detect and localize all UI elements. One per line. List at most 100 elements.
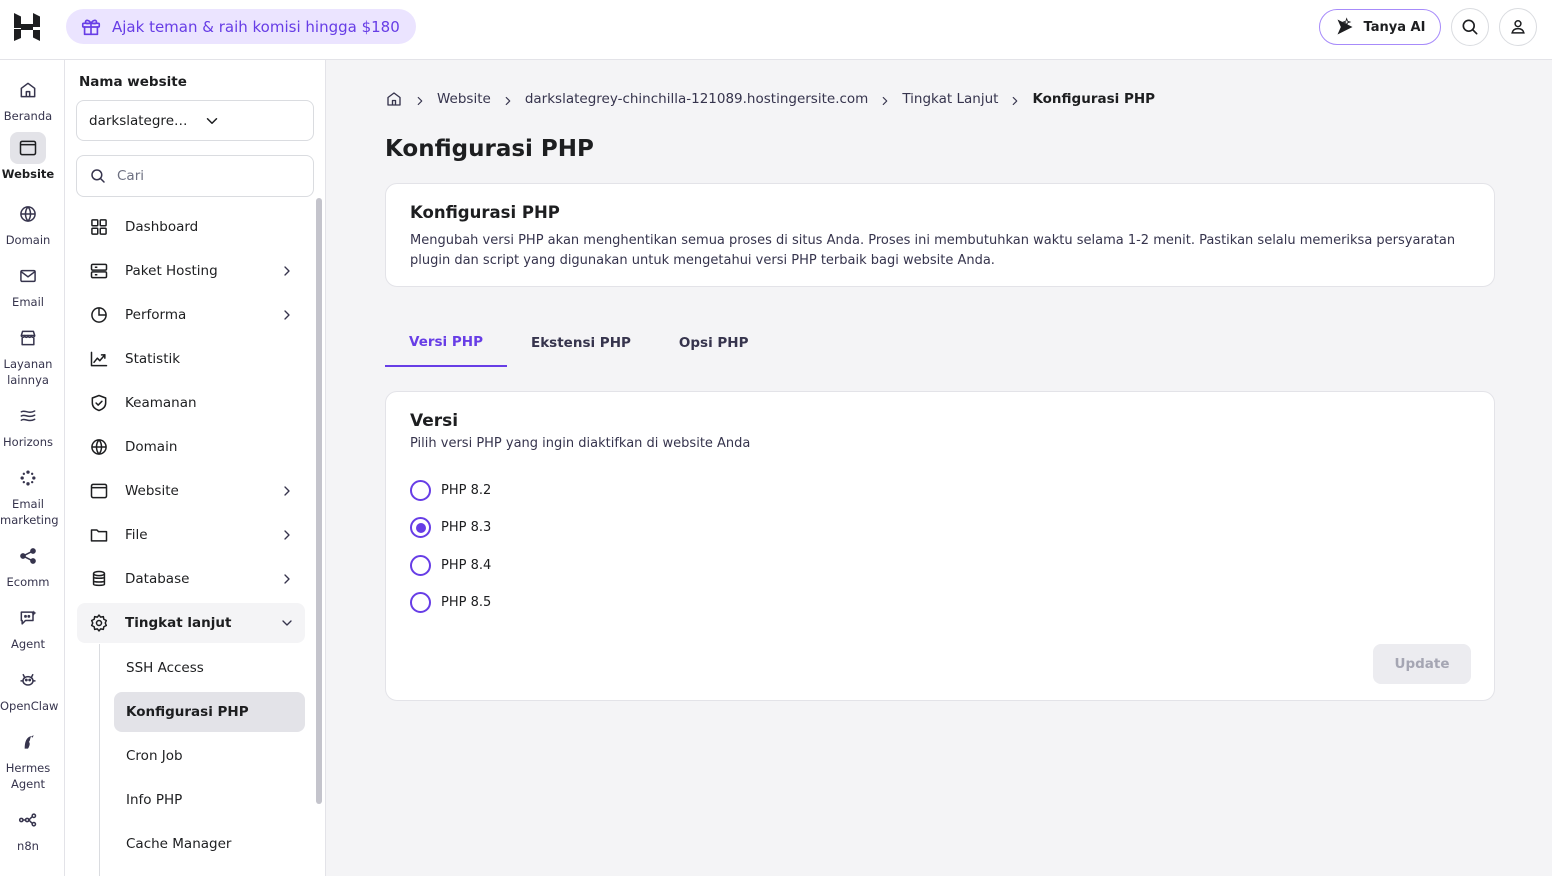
rail-item-hermes-agent[interactable]: Hermes Agent <box>0 726 56 792</box>
chevron-right-icon <box>878 92 892 106</box>
info-card-title: Konfigurasi PHP <box>410 203 560 222</box>
chevron-right-icon <box>413 92 427 106</box>
account-button[interactable] <box>1499 8 1537 46</box>
sidebar-item-keamanan[interactable]: Keamanan <box>77 383 305 423</box>
update-button[interactable]: Update <box>1373 644 1471 684</box>
search-button[interactable] <box>1451 8 1489 46</box>
globe-icon <box>10 198 46 230</box>
php-option-label: PHP 8.4 <box>441 558 492 573</box>
rail-label: Hermes Agent <box>5 761 51 791</box>
rail-item-email[interactable]: Email <box>0 260 56 310</box>
hostinger-logo-icon[interactable] <box>12 11 42 43</box>
sidebar-item-label: File <box>125 527 148 543</box>
search-icon <box>1460 17 1480 37</box>
php-version-card: Versi Pilih versi PHP yang ingin diaktif… <box>385 391 1495 701</box>
rail-item-domain[interactable]: Domain <box>0 198 56 248</box>
main-nav-rail: Beranda Website Domain Email Layanan lai… <box>0 60 65 876</box>
version-card-title: Versi <box>410 411 459 431</box>
sidebar-item-label: Statistik <box>125 351 181 367</box>
rail-label: Horizons <box>3 435 53 449</box>
sidebar-item-statistik[interactable]: Statistik <box>77 339 305 379</box>
sidebar-item-label: Keamanan <box>125 395 197 411</box>
rail-item-agent[interactable]: Agent <box>0 602 56 652</box>
sidebar-item-label: Website <box>125 483 179 499</box>
sidebar-item-tingkat-lanjut[interactable]: Tingkat lanjut <box>77 603 305 643</box>
sidebar-search-input[interactable] <box>117 168 297 184</box>
n8n-icon <box>10 804 46 836</box>
breadcrumb-site[interactable]: darkslategrey-chinchilla-121089.hostinge… <box>525 91 869 107</box>
sidebar-item-website[interactable]: Website <box>77 471 305 511</box>
main-content: Website darkslategrey-chinchilla-121089.… <box>326 60 1552 876</box>
php-option-8-4[interactable]: PHP 8.4 <box>410 555 491 576</box>
sidebar-item-file[interactable]: File <box>77 515 305 555</box>
globe-icon <box>89 437 109 457</box>
submenu-item-ssh-access[interactable]: SSH Access <box>114 648 305 688</box>
php-option-8-3[interactable]: PHP 8.3 <box>410 517 491 538</box>
rail-label: Ecomm <box>6 575 50 589</box>
rail-item-n8n[interactable]: n8n <box>0 804 56 854</box>
dashboard-icon <box>89 217 109 237</box>
home-icon <box>10 74 46 106</box>
mail-icon <box>10 260 46 292</box>
sidebar-item-performa[interactable]: Performa <box>77 295 305 335</box>
radio-button[interactable] <box>410 592 431 613</box>
rail-item-ecomm[interactable]: Ecomm <box>0 540 56 590</box>
ai-sparkle-icon <box>1335 17 1355 37</box>
store-icon <box>10 322 46 354</box>
horizons-icon <box>10 400 46 432</box>
website-sidebar: Nama website darkslategrey-chinchilla-12… <box>65 60 326 876</box>
rail-label: OpenClaw <box>0 699 59 713</box>
submenu-item-cron-job[interactable]: Cron Job <box>114 736 305 776</box>
php-info-card: Konfigurasi PHP Mengubah versi PHP akan … <box>385 183 1495 287</box>
sidebar-scrollbar[interactable] <box>316 198 322 804</box>
rail-item-layanan-lainnya[interactable]: Layanan lainnya <box>0 322 56 388</box>
rail-item-horizons[interactable]: Horizons <box>0 400 56 450</box>
sidebar-item-database[interactable]: Database <box>77 559 305 599</box>
website-select-value: darkslategrey-chinchilla-121089.hostinge… <box>89 112 195 129</box>
radio-button[interactable] <box>410 480 431 501</box>
submenu-divider <box>99 644 100 876</box>
radio-button[interactable] <box>410 555 431 576</box>
sidebar-item-dashboard[interactable]: Dashboard <box>77 207 305 247</box>
referral-promo-banner[interactable]: Ajak teman & raih komisi hingga $180 <box>66 9 416 44</box>
rail-label: n8n <box>17 839 39 853</box>
rail-label: Agent <box>10 637 46 651</box>
submenu-item-konfigurasi-php[interactable]: Konfigurasi PHP <box>114 692 305 732</box>
version-card-subtitle: Pilih versi PHP yang ingin diaktifkan di… <box>410 436 751 451</box>
sidebar-title: Nama website <box>79 74 187 90</box>
rail-label: Website <box>1 167 55 181</box>
tab-opsi-php[interactable]: Opsi PHP <box>655 318 773 367</box>
browser-icon <box>10 132 46 164</box>
search-icon <box>89 167 107 185</box>
chevron-right-icon <box>501 92 515 106</box>
rail-label: Beranda <box>3 109 53 123</box>
chevron-down-icon <box>195 112 301 130</box>
sidebar-item-domain[interactable]: Domain <box>77 427 305 467</box>
submenu-item-info-php[interactable]: Info PHP <box>114 780 305 820</box>
rail-item-openclaw[interactable]: OpenClaw <box>0 664 59 714</box>
tab-ekstensi-php[interactable]: Ekstensi PHP <box>507 318 655 367</box>
breadcrumb-current: Konfigurasi PHP <box>1032 91 1156 107</box>
tab-versi-php[interactable]: Versi PHP <box>385 318 507 367</box>
breadcrumb-tingkat-lanjut[interactable]: Tingkat Lanjut <box>902 91 998 107</box>
sidebar-search[interactable] <box>76 155 314 197</box>
php-option-8-5[interactable]: PHP 8.5 <box>410 592 491 613</box>
rail-item-website[interactable]: Website <box>0 132 56 182</box>
home-icon[interactable] <box>385 90 403 108</box>
ask-ai-button[interactable]: Tanya AI <box>1319 9 1441 45</box>
sidebar-item-paket-hosting[interactable]: Paket Hosting <box>77 251 305 291</box>
website-select[interactable]: darkslategrey-chinchilla-121089.hostinge… <box>76 100 314 141</box>
php-option-label: PHP 8.5 <box>441 595 492 610</box>
radio-button-selected[interactable] <box>410 517 431 538</box>
php-option-label: PHP 8.2 <box>441 483 492 498</box>
rail-item-beranda[interactable]: Beranda <box>0 74 56 124</box>
chevron-right-icon <box>279 483 295 499</box>
claw-icon <box>10 664 46 696</box>
chevron-right-icon <box>1008 92 1022 106</box>
rail-item-email-marketing[interactable]: Email marketing <box>0 462 59 528</box>
php-option-8-2[interactable]: PHP 8.2 <box>410 480 491 501</box>
database-icon <box>89 569 109 589</box>
breadcrumb-website[interactable]: Website <box>437 91 491 107</box>
agent-icon <box>10 602 46 634</box>
submenu-item-cache-manager[interactable]: Cache Manager <box>114 824 305 864</box>
